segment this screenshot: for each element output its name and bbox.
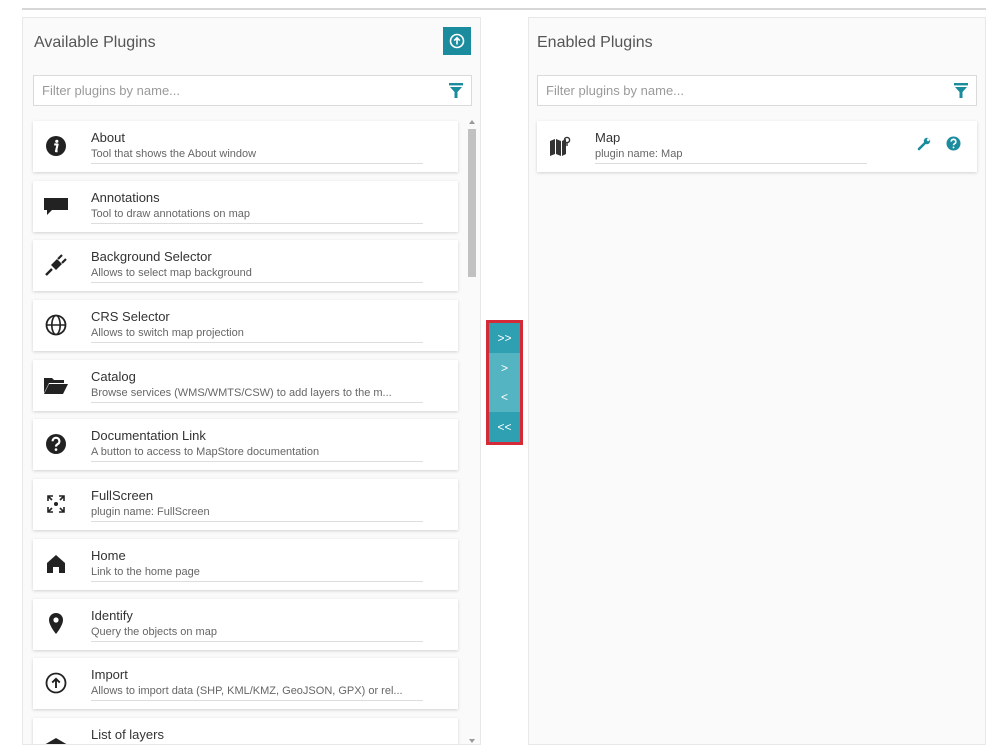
info-circle-icon <box>43 133 69 159</box>
available-plugin-card-import[interactable]: Import Allows to import data (SHP, KML/KM… <box>33 658 458 710</box>
folder-open-icon <box>43 372 69 398</box>
question-circle-icon <box>43 431 69 457</box>
move-all-left-button[interactable]: << <box>489 412 520 442</box>
available-plugin-card-home[interactable]: Home Link to the home page <box>33 538 458 590</box>
filter-icon[interactable] <box>449 83 463 98</box>
plugin-name: Background Selector <box>91 249 212 265</box>
plugin-name: Import <box>91 667 128 683</box>
enabled-filter-input[interactable] <box>538 76 933 105</box>
expand-icon <box>43 491 69 517</box>
plugin-description: Query the objects on map <box>91 626 423 642</box>
available-plugins-list: About Tool that shows the About window Ann… <box>33 121 458 744</box>
layers-icon <box>43 730 69 744</box>
filter-icon[interactable] <box>954 83 968 98</box>
available-filter-input[interactable] <box>34 76 428 105</box>
upload-circle-icon <box>43 670 69 696</box>
enabled-plugins-panel: Enabled Plugins Map plugin name: Map <box>528 17 986 745</box>
globe-icon <box>43 312 69 338</box>
plugin-name: CRS Selector <box>91 309 170 325</box>
plugin-description: plugin name: FullScreen <box>91 506 423 523</box>
available-list-scrollbar[interactable] <box>466 117 478 744</box>
available-plugin-card-crs-selector[interactable]: CRS Selector Allows to switch map project… <box>33 300 458 352</box>
plugin-description: A button to access to MapStore documenta… <box>91 446 423 463</box>
available-plugin-card-background-selector[interactable]: Background Selector Allows to select map … <box>33 240 458 292</box>
plugin-name: Catalog <box>91 368 136 384</box>
move-right-button[interactable]: > <box>489 352 520 383</box>
plugin-description: Browse services (WMS/WMTS/CSW) to add la… <box>91 387 423 403</box>
transfer-buttons-group: >> > < << <box>486 320 523 445</box>
enabled-plugin-card-map[interactable]: Map plugin name: Map <box>537 121 977 172</box>
home-icon <box>43 551 69 577</box>
enabled-plugins-title: Enabled Plugins <box>537 34 653 51</box>
plugin-name: Documentation Link <box>91 428 206 444</box>
move-left-button[interactable]: < <box>489 382 520 413</box>
scroll-up-arrow[interactable] <box>469 120 475 124</box>
available-plugin-card-about[interactable]: About Tool that shows the About window <box>33 121 458 172</box>
plugin-description: Allows to switch map projection <box>91 327 423 344</box>
available-plugin-card-list-of-layers[interactable]: List of layers <box>33 717 458 744</box>
plugin-name: FullScreen <box>91 488 154 504</box>
map-marker-icon <box>43 611 69 637</box>
plugin-name: Identify <box>91 607 133 623</box>
plugin-name: Map <box>595 130 621 145</box>
wrench-icon[interactable] <box>917 136 932 151</box>
plugin-description: Tool to draw annotations on map <box>91 208 423 224</box>
move-all-right-button[interactable]: >> <box>489 323 520 353</box>
available-plugin-card-identify[interactable]: Identify Query the objects on map <box>33 598 458 650</box>
upload-plugin-button[interactable] <box>443 27 471 55</box>
available-plugins-panel: Available Plugins About Tool that shows t… <box>22 17 481 745</box>
plugin-name: Annotations <box>91 189 160 205</box>
enabled-filter <box>537 75 977 106</box>
available-plugin-card-fullscreen[interactable]: FullScreen plugin name: FullScreen <box>33 479 458 531</box>
available-plugin-card-annotations[interactable]: Annotations Tool to draw annotations on m… <box>33 180 458 232</box>
available-filter <box>33 75 472 106</box>
plugin-name: About <box>91 130 125 145</box>
available-plugins-title: Available Plugins <box>34 34 156 51</box>
map-icon <box>547 133 573 159</box>
plugin-name: Home <box>91 547 126 563</box>
available-plugin-card-catalog[interactable]: Catalog Browse services (WMS/WMTS/CSW) to… <box>33 359 458 411</box>
plugin-name: List of layers <box>91 726 164 742</box>
plug-icon <box>43 252 69 278</box>
upload-circle-icon <box>449 33 465 49</box>
plugin-description: Allows to select map background <box>91 267 423 284</box>
plugin-description: Link to the home page <box>91 566 423 582</box>
scroll-down-arrow[interactable] <box>469 739 475 743</box>
top-divider <box>22 8 986 10</box>
plugin-description: Allows to import data (SHP, KML/KMZ, Geo… <box>91 685 423 702</box>
available-plugin-card-documentation-link[interactable]: Documentation Link A button to access to … <box>33 419 458 471</box>
plugin-description: plugin name: Map <box>595 148 867 164</box>
help-icon[interactable] <box>946 136 961 151</box>
enabled-plugins-list: Map plugin name: Map <box>537 121 977 181</box>
scroll-thumb[interactable] <box>468 129 476 277</box>
comment-icon <box>43 193 69 219</box>
plugin-description: Tool that shows the About window <box>91 148 423 164</box>
